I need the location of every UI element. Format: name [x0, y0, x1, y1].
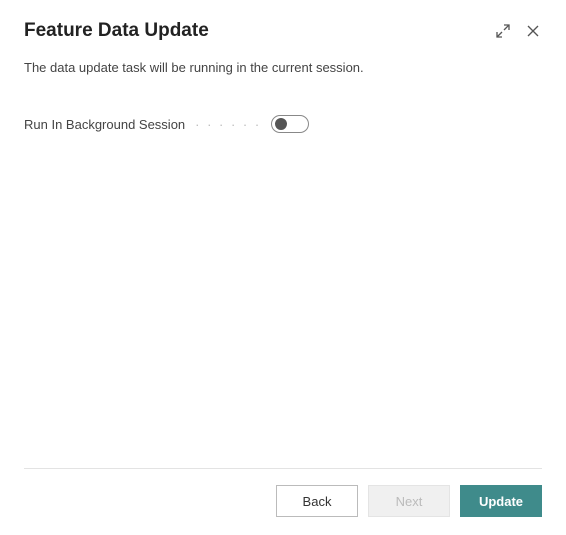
dialog-footer: Back Next Update — [24, 485, 542, 517]
background-session-option: Run In Background Session · · · · · · — [24, 115, 542, 133]
dialog-description: The data update task will be running in … — [24, 60, 542, 75]
dialog-title: Feature Data Update — [24, 20, 209, 42]
next-button: Next — [368, 485, 450, 517]
dots-separator: · · · · · · — [195, 117, 261, 132]
background-session-label: Run In Background Session — [24, 117, 185, 132]
dialog-header: Feature Data Update — [24, 20, 542, 42]
background-session-toggle[interactable] — [271, 115, 309, 133]
update-button[interactable]: Update — [460, 485, 542, 517]
toggle-knob — [275, 118, 287, 130]
close-icon[interactable] — [524, 22, 542, 40]
expand-icon[interactable] — [494, 22, 512, 40]
back-button[interactable]: Back — [276, 485, 358, 517]
spacer — [24, 133, 542, 468]
footer-divider — [24, 468, 542, 469]
header-actions — [494, 22, 542, 40]
